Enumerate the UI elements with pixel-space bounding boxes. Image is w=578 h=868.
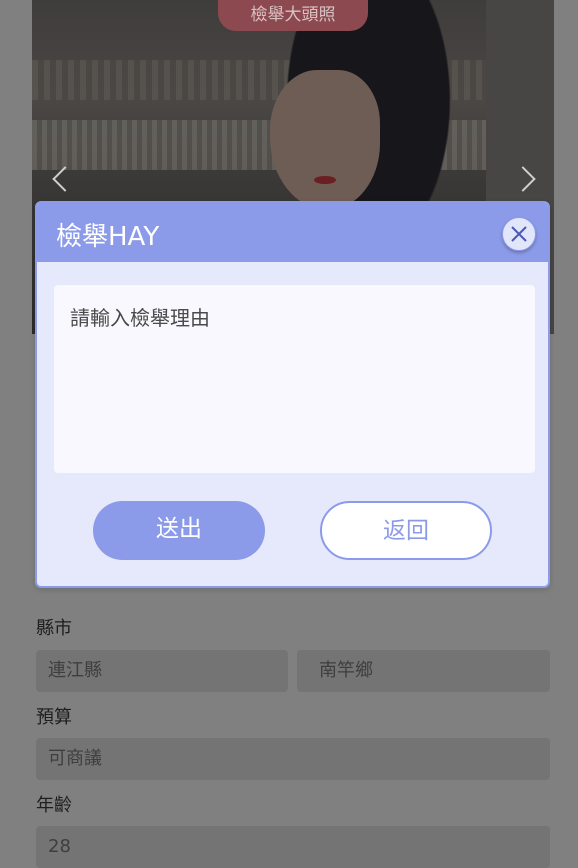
age-label: 年齡	[36, 795, 72, 816]
dialog-title: 檢舉HAY	[56, 222, 160, 252]
age-field[interactable]: 28	[36, 826, 550, 868]
district-field[interactable]: 南竿鄉	[297, 650, 550, 692]
city-label: 縣市	[36, 618, 72, 639]
budget-field[interactable]: 可商議	[36, 738, 550, 780]
photo-figure-lips	[314, 176, 336, 184]
submit-button[interactable]: 送出	[93, 501, 265, 560]
back-button[interactable]: 返回	[320, 501, 492, 560]
city-field[interactable]: 連江縣	[36, 650, 288, 692]
close-icon	[511, 226, 527, 242]
close-button[interactable]	[502, 217, 536, 251]
report-dialog: 檢舉HAY 送出 返回	[35, 201, 550, 588]
report-photo-button[interactable]: 檢舉大頭照	[218, 0, 368, 31]
dialog-header: 檢舉HAY	[37, 203, 548, 262]
photo-figure-face	[270, 70, 380, 210]
budget-label: 預算	[36, 707, 72, 728]
report-reason-input[interactable]	[54, 285, 535, 473]
